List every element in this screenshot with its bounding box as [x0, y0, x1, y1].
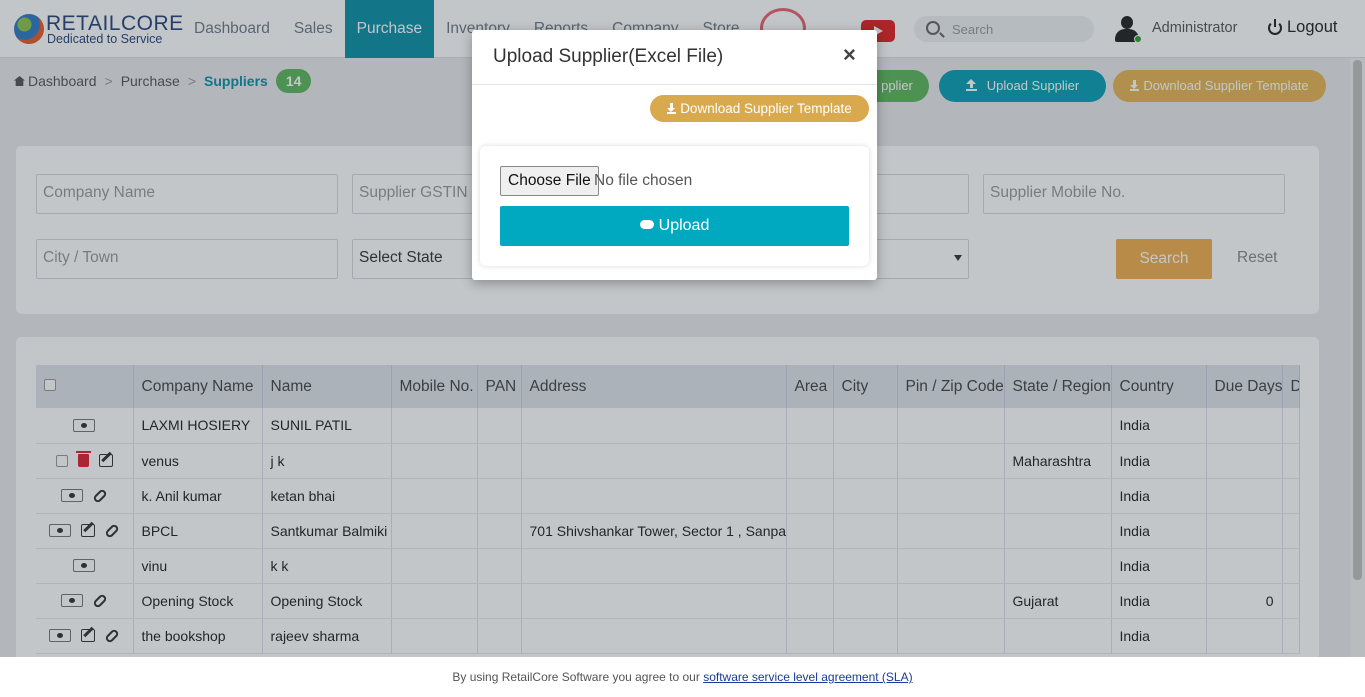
footer-text: By using RetailCore Software you agree t…	[452, 670, 704, 684]
modal-title: Upload Supplier(Excel File)	[493, 46, 724, 67]
modal-body: Choose File No file chosen Upload	[480, 146, 869, 266]
download-icon	[667, 103, 677, 114]
modal-download-template-button[interactable]: Download Supplier Template	[650, 95, 869, 122]
close-icon[interactable]: ×	[843, 42, 856, 68]
sla-link[interactable]: software service level agreement (SLA)	[703, 670, 912, 684]
footer: By using RetailCore Software you agree t…	[0, 657, 1365, 697]
choose-file-button[interactable]: Choose File	[500, 166, 599, 196]
modal-download-template-label: Download Supplier Template	[680, 101, 852, 116]
cloud-upload-icon	[639, 220, 654, 229]
upload-supplier-modal: Upload Supplier(Excel File) × Download S…	[472, 30, 877, 280]
upload-button[interactable]: Upload	[500, 206, 849, 246]
modal-header: Upload Supplier(Excel File) ×	[472, 30, 877, 85]
file-status-text: No file chosen	[594, 172, 693, 189]
upload-button-label: Upload	[658, 217, 710, 234]
